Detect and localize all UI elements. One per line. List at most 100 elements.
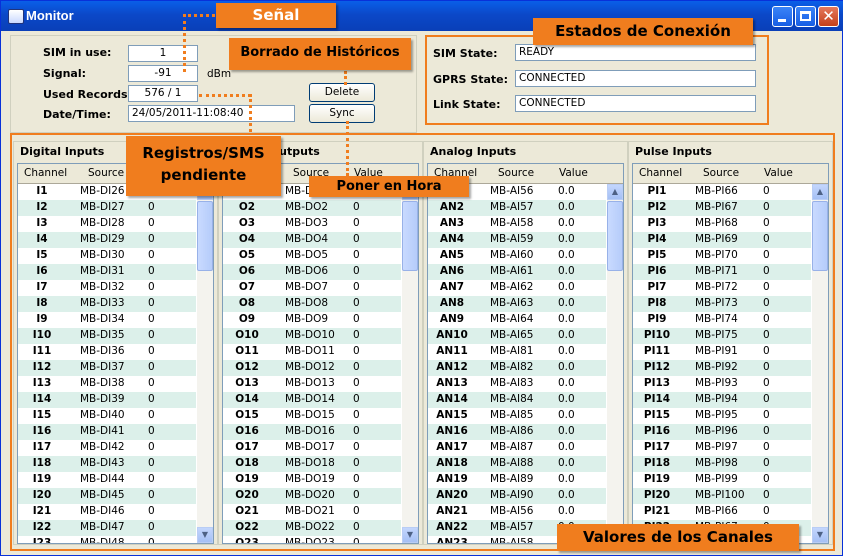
table-row[interactable]: I18 MB-DI43 0 [18,456,196,472]
table-row[interactable]: I21 MB-DI46 0 [18,504,196,520]
scroll-down-icon[interactable]: ▼ [197,527,213,543]
table-row[interactable]: I5 MB-DI30 0 [18,248,196,264]
table-row[interactable]: O9 MB-DO9 0 [223,312,401,328]
sync-button[interactable]: Sync [309,104,375,123]
table-row[interactable]: O3 MB-DO3 0 [223,216,401,232]
column-source[interactable]: Source [703,167,739,179]
table-row[interactable]: O14 MB-DO14 0 [223,392,401,408]
sim-in-use-field[interactable]: 1 [128,45,198,62]
table-row[interactable]: I7 MB-DI32 0 [18,280,196,296]
table-row[interactable]: AN8 MB-AI63 0.0 [428,296,606,312]
table-row[interactable]: O22 MB-DO22 0 [223,520,401,536]
table-row[interactable]: AN10 MB-AI65 0.0 [428,328,606,344]
table-row[interactable]: PI1 MB-PI66 0 [633,184,811,200]
column-source[interactable]: Source [88,167,124,179]
scroll-thumb[interactable] [402,201,418,271]
table-row[interactable]: PI2 MB-PI67 0 [633,200,811,216]
table-row[interactable]: I9 MB-DI34 0 [18,312,196,328]
table-row[interactable]: O13 MB-DO13 0 [223,376,401,392]
link-state-field[interactable]: CONNECTED [515,95,756,112]
table-row[interactable]: PI12 MB-PI92 0 [633,360,811,376]
column-value[interactable]: Value [559,167,588,179]
table-row[interactable]: O12 MB-DO12 0 [223,360,401,376]
table-row[interactable]: AN11 MB-AI81 0.0 [428,344,606,360]
table-row[interactable]: I15 MB-DI40 0 [18,408,196,424]
table-row[interactable]: O7 MB-DO7 0 [223,280,401,296]
table-row[interactable]: AN17 MB-AI87 0.0 [428,440,606,456]
column-channel[interactable]: Channel [639,167,682,179]
table-row[interactable]: I4 MB-DI29 0 [18,232,196,248]
table-row[interactable]: O8 MB-DO8 0 [223,296,401,312]
table-row[interactable]: I16 MB-DI41 0 [18,424,196,440]
vertical-scrollbar[interactable]: ▲ ▼ [607,184,623,543]
vertical-scrollbar[interactable]: ▲ ▼ [812,184,828,543]
table-row[interactable]: O23 MB-DO23 0 [223,536,401,543]
table-row[interactable]: I8 MB-DI33 0 [18,296,196,312]
table-row[interactable]: O15 MB-DO15 0 [223,408,401,424]
table-row[interactable]: I10 MB-DI35 0 [18,328,196,344]
analog-inputs-grid[interactable]: Channel Source Value AN1MB-AI560.0AN2MB-… [427,163,624,544]
table-row[interactable]: O10 MB-DO10 0 [223,328,401,344]
scroll-thumb[interactable] [197,201,213,271]
table-row[interactable]: O21 MB-DO21 0 [223,504,401,520]
datetime-field[interactable]: 24/05/2011-11:08:40 [128,105,295,122]
scroll-down-icon[interactable]: ▼ [812,527,828,543]
table-row[interactable]: AN14 MB-AI84 0.0 [428,392,606,408]
delete-button[interactable]: Delete [309,83,375,102]
scroll-down-icon[interactable]: ▼ [402,527,418,543]
table-row[interactable]: O17 MB-DO17 0 [223,440,401,456]
table-row[interactable]: PI10 MB-PI75 0 [633,328,811,344]
table-row[interactable]: PI3 MB-PI68 0 [633,216,811,232]
table-row[interactable]: AN2 MB-AI57 0.0 [428,200,606,216]
table-row[interactable]: O5 MB-DO5 0 [223,248,401,264]
maximize-button[interactable] [795,6,816,27]
table-row[interactable]: O6 MB-DO6 0 [223,264,401,280]
table-row[interactable]: AN9 MB-AI64 0.0 [428,312,606,328]
table-row[interactable]: PI6 MB-PI71 0 [633,264,811,280]
table-row[interactable]: I11 MB-DI36 0 [18,344,196,360]
signal-field[interactable]: -91 [128,65,198,82]
vertical-scrollbar[interactable]: ▲ ▼ [197,184,213,543]
table-row[interactable]: PI15 MB-PI95 0 [633,408,811,424]
table-row[interactable]: AN5 MB-AI60 0.0 [428,248,606,264]
table-row[interactable]: I13 MB-DI38 0 [18,376,196,392]
table-row[interactable]: I19 MB-DI44 0 [18,472,196,488]
table-row[interactable]: PI19 MB-PI99 0 [633,472,811,488]
table-row[interactable]: AN20 MB-AI90 0.0 [428,488,606,504]
table-row[interactable]: AN7 MB-AI62 0.0 [428,280,606,296]
table-row[interactable]: AN16 MB-AI86 0.0 [428,424,606,440]
table-row[interactable]: AN13 MB-AI83 0.0 [428,376,606,392]
scroll-up-icon[interactable]: ▲ [607,184,623,200]
gprs-state-field[interactable]: CONNECTED [515,70,756,87]
table-row[interactable]: AN18 MB-AI88 0.0 [428,456,606,472]
table-row[interactable]: PI16 MB-PI96 0 [633,424,811,440]
table-row[interactable]: AN21 MB-AI56 0.0 [428,504,606,520]
table-row[interactable]: I2 MB-DI27 0 [18,200,196,216]
scroll-thumb[interactable] [607,201,623,271]
table-row[interactable]: AN12 MB-AI82 0.0 [428,360,606,376]
table-row[interactable]: PI17 MB-PI97 0 [633,440,811,456]
table-row[interactable]: O20 MB-DO20 0 [223,488,401,504]
table-row[interactable]: AN6 MB-AI61 0.0 [428,264,606,280]
table-row[interactable]: PI11 MB-PI91 0 [633,344,811,360]
table-row[interactable]: I22 MB-DI47 0 [18,520,196,536]
vertical-scrollbar[interactable]: ▲ ▼ [402,184,418,543]
column-value[interactable]: Value [764,167,793,179]
table-row[interactable]: I23 MB-DI48 0 [18,536,196,543]
table-row[interactable]: I6 MB-DI31 0 [18,264,196,280]
table-row[interactable]: I12 MB-DI37 0 [18,360,196,376]
digital-inputs-grid[interactable]: Channel Source Value I1MB-DI260I2MB-DI27… [17,163,214,544]
table-row[interactable]: PI20 MB-PI100 0 [633,488,811,504]
table-row[interactable]: PI8 MB-PI73 0 [633,296,811,312]
pulse-inputs-grid[interactable]: Channel Source Value PI1 MB-PI66 0 PI2 MB-PI… [632,163,829,544]
table-row[interactable]: PI5 MB-PI70 0 [633,248,811,264]
table-row[interactable]: AN15 MB-AI85 0.0 [428,408,606,424]
column-channel[interactable]: Channel [24,167,67,179]
table-row[interactable]: AN19 MB-AI89 0.0 [428,472,606,488]
table-row[interactable]: I20 MB-DI45 0 [18,488,196,504]
close-button[interactable]: ✕ [818,6,839,27]
table-row[interactable]: I14 MB-DI39 0 [18,392,196,408]
table-row[interactable]: PI4 MB-PI69 0 [633,232,811,248]
table-row[interactable]: PI9 MB-PI74 0 [633,312,811,328]
table-row[interactable]: O19 MB-DO19 0 [223,472,401,488]
